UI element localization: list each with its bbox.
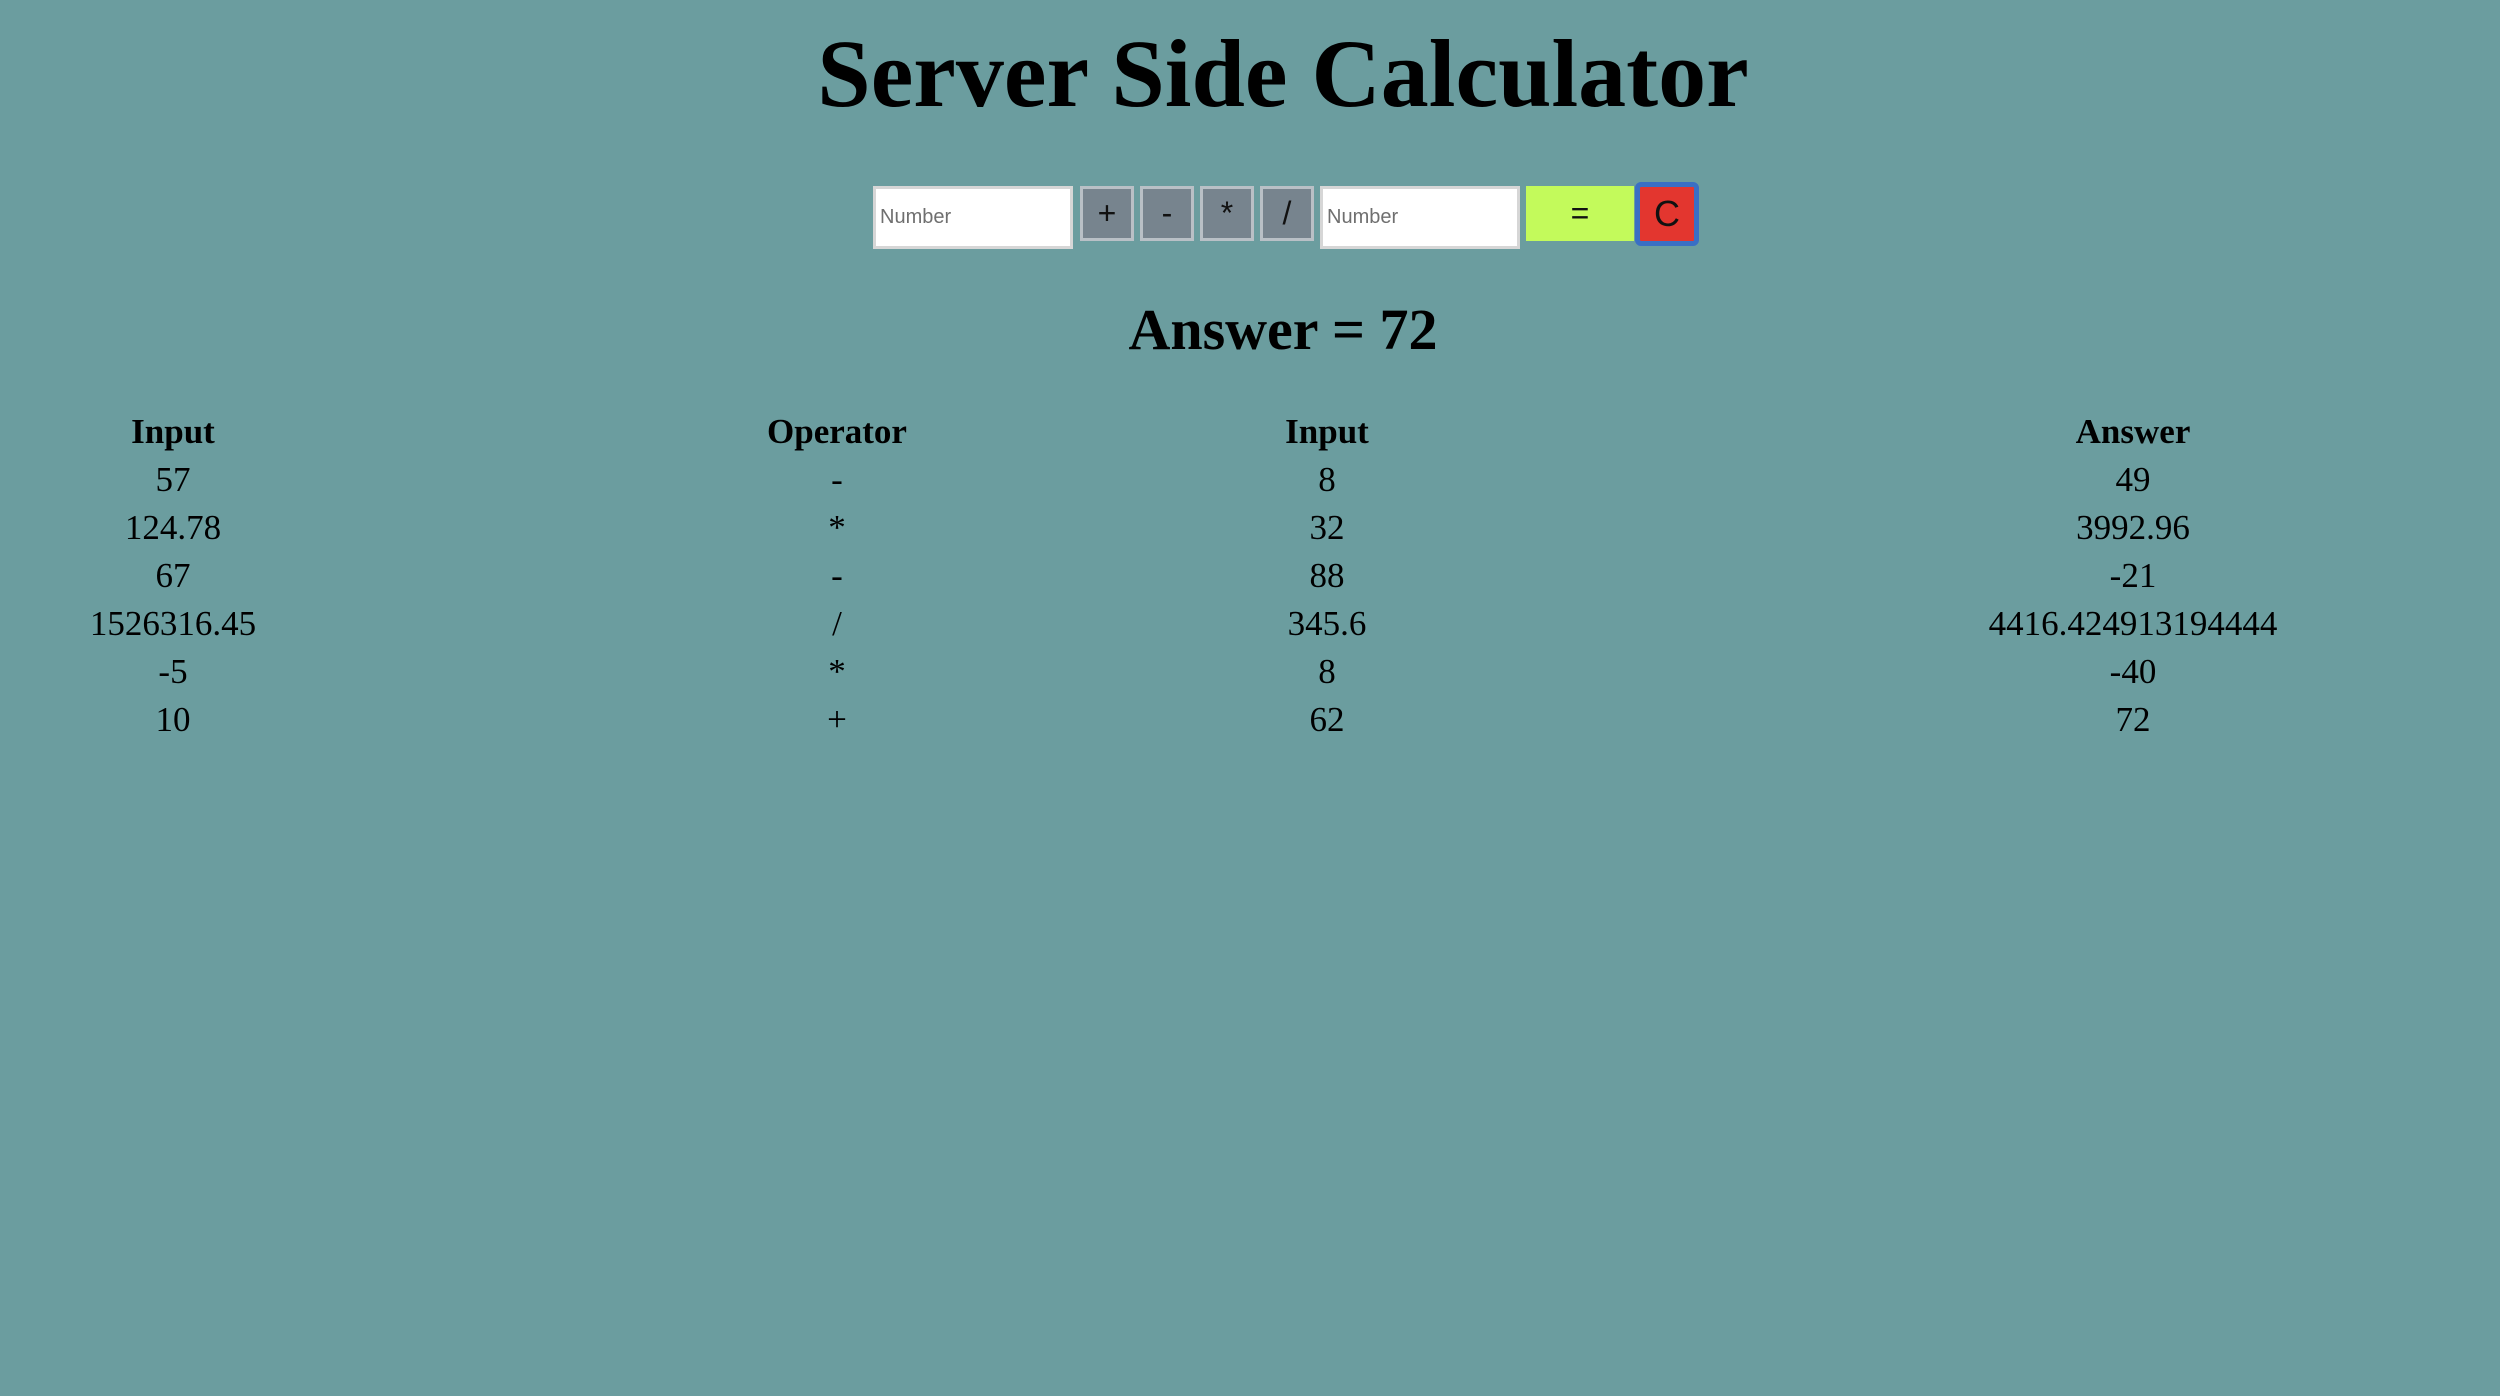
history-table: Input Operator Input Answer 57 - 8 49 12…: [0, 408, 2500, 744]
row-input: 1526316.45: [89, 604, 257, 643]
multiply-operator-button[interactable]: *: [1200, 186, 1254, 241]
row-answer: -21: [2109, 556, 2157, 595]
row-input: -5: [158, 652, 188, 691]
table-row: -5 * 8 -40: [0, 648, 2500, 696]
table-row: 67 - 88 -21: [0, 552, 2500, 600]
first-number-input[interactable]: [873, 186, 1073, 249]
table-row: 57 - 8 49: [0, 456, 2500, 504]
row-answer: 3992.96: [2076, 508, 2190, 547]
row-input-second: 8: [1318, 460, 1336, 499]
page-title: Server Side Calculator: [817, 20, 1749, 127]
equals-button[interactable]: =: [1526, 186, 1634, 241]
row-input-second: 8: [1318, 652, 1336, 691]
second-number-input[interactable]: [1320, 186, 1520, 249]
row-input: 57: [155, 460, 191, 499]
table-row: 124.78 * 32 3992.96: [0, 504, 2500, 552]
row-input-second: 345.6: [1287, 604, 1367, 643]
row-answer: 4416.424913194444: [1988, 604, 2278, 643]
table-row: 10 + 62 72: [0, 696, 2500, 744]
divide-operator-button[interactable]: /: [1260, 186, 1314, 241]
row-input-second: 88: [1309, 556, 1345, 595]
row-input-second: 32: [1309, 508, 1345, 547]
table-header-row: Input Operator Input Answer: [0, 408, 2500, 456]
header-input-second: Input: [1285, 412, 1369, 451]
table-row: 1526316.45 / 345.6 4416.424913194444: [0, 600, 2500, 648]
add-operator-button[interactable]: +: [1080, 186, 1134, 241]
subtract-operator-button[interactable]: -: [1140, 186, 1194, 241]
header-input: Input: [131, 412, 215, 451]
clear-button[interactable]: C: [1635, 182, 1699, 246]
row-answer: 72: [2115, 700, 2151, 739]
row-input: 124.78: [124, 508, 222, 547]
answer-display: Answer = 72: [1128, 297, 1438, 362]
row-answer: 49: [2115, 460, 2151, 499]
row-input: 10: [155, 700, 191, 739]
row-input: 67: [155, 556, 191, 595]
row-answer: -40: [2109, 652, 2157, 691]
row-input-second: 62: [1309, 700, 1345, 739]
header-answer: Answer: [2075, 412, 2191, 451]
